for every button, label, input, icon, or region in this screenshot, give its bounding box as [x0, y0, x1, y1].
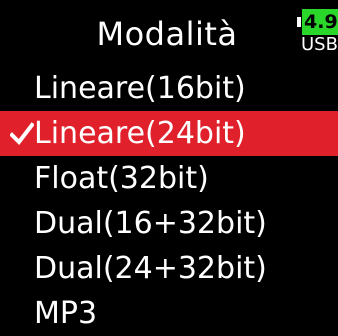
battery-terminal-icon: [297, 17, 301, 27]
device-screen: Modalità 4.9 USB Lineare(16bit) Lineare(…: [0, 0, 338, 336]
menu-item-label: Float(32bit): [34, 161, 209, 196]
recording-mode-menu: Lineare(16bit) Lineare(24bit) Float(32bi…: [0, 66, 338, 336]
menu-item-label: Lineare(16bit): [34, 71, 246, 106]
menu-item-label: MP3: [34, 296, 98, 331]
power-source-label: USB: [301, 34, 338, 55]
page-title: Modalità: [96, 15, 238, 53]
menu-item-label: Lineare(24bit): [34, 116, 246, 151]
battery-level-value: 4.9: [302, 9, 338, 35]
menu-item-label: Dual(24+32bit): [34, 251, 267, 286]
menu-item-lineare-24bit[interactable]: Lineare(24bit): [0, 111, 338, 156]
battery-indicator: 4.9 USB: [297, 9, 338, 57]
menu-item-float-32bit[interactable]: Float(32bit): [0, 156, 338, 201]
menu-item-lineare-16bit[interactable]: Lineare(16bit): [0, 66, 338, 111]
header-bar: Modalità 4.9 USB: [0, 0, 338, 66]
menu-item-mp3[interactable]: MP3: [0, 291, 338, 336]
checkmark-icon: [10, 122, 34, 146]
menu-item-dual-24-32bit[interactable]: Dual(24+32bit): [0, 246, 338, 291]
menu-item-dual-16-32bit[interactable]: Dual(16+32bit): [0, 201, 338, 246]
menu-item-label: Dual(16+32bit): [34, 206, 267, 241]
